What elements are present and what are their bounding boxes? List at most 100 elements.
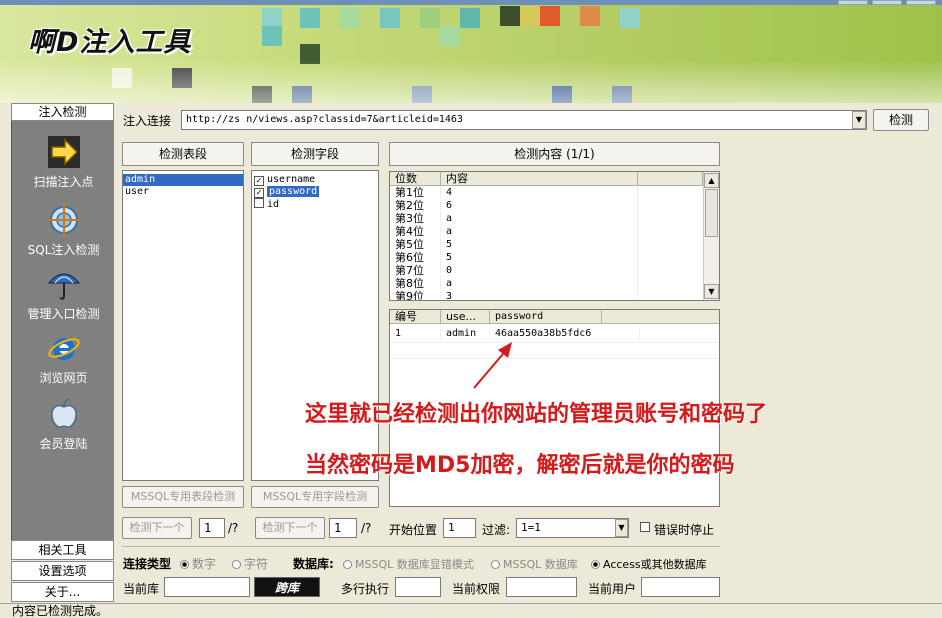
cell: 1: [390, 327, 441, 340]
sidebar-item-scan[interactable]: 扫描注入点: [12, 135, 115, 190]
fields-page-input[interactable]: 1: [329, 518, 357, 538]
radio-button[interactable]: [591, 560, 600, 569]
list-item[interactable]: ✓ password: [252, 186, 378, 198]
status-bar: 内容已检测完成。: [0, 603, 942, 618]
cell: 5: [441, 251, 638, 264]
table-row: 第6位 5: [390, 251, 719, 264]
column-header[interactable]: 编号: [390, 310, 441, 323]
column-header[interactable]: 位数: [390, 172, 441, 185]
current-user-input[interactable]: [641, 577, 720, 597]
radio-string[interactable]: 字符: [232, 555, 268, 572]
app-title: 啊D注入工具: [28, 27, 192, 58]
fields-list[interactable]: ✓ username ✓ password id: [251, 170, 379, 481]
sidebar-item-browse[interactable]: 浏览网页: [12, 331, 115, 386]
radio-label: 数字: [192, 557, 217, 571]
list-item[interactable]: admin: [123, 174, 243, 186]
cell: 6: [441, 199, 638, 212]
minimize-button[interactable]: [838, 0, 868, 5]
detect-button[interactable]: 检测: [873, 109, 929, 131]
column-header: [638, 172, 703, 185]
table-row: 第5位 5: [390, 238, 719, 251]
sidebar-about-button[interactable]: 关于...: [11, 582, 114, 602]
current-user-label: 当前用户: [588, 582, 637, 596]
radio-label: MSSQL 数据库: [503, 558, 578, 571]
cell: 第9位: [390, 290, 441, 300]
radio-mssql-error[interactable]: MSSQL 数据库显错模式: [343, 556, 474, 572]
table-row[interactable]: 1 admin 46aa550a38b5fdc6: [390, 327, 719, 340]
sidebar-item-admin-entry[interactable]: 管理入口检测: [12, 267, 115, 322]
mssql-field-detect-button[interactable]: MSSQL专用字段检测: [251, 486, 379, 508]
scroll-thumb[interactable]: [705, 189, 718, 237]
field-name: id: [267, 199, 280, 210]
cell: 第2位: [390, 199, 441, 212]
annotation-arrow-icon: [473, 342, 512, 389]
column-header[interactable]: 内容: [441, 172, 638, 185]
radio-number[interactable]: 数字: [180, 555, 216, 572]
current-db-input[interactable]: [164, 577, 250, 597]
sidebar-item-label: SQL注入检测: [27, 243, 100, 257]
close-button[interactable]: [906, 0, 936, 5]
multi-exec-input[interactable]: [395, 577, 441, 597]
content-panel-header[interactable]: 检测内容 (1/1): [389, 142, 720, 166]
database-label: 数据库:: [293, 557, 334, 571]
checkbox[interactable]: [254, 198, 264, 208]
radio-button[interactable]: [180, 560, 189, 569]
mssql-table-detect-button[interactable]: MSSQL专用表段检测: [122, 486, 244, 508]
table-row: 第3位 a: [390, 212, 719, 225]
sidebar-item-member-login[interactable]: 会员登陆: [12, 397, 115, 452]
cell: 0: [441, 264, 638, 277]
list-item[interactable]: ✓ username: [252, 174, 378, 186]
cell: 3: [441, 290, 638, 300]
column-header[interactable]: password: [490, 310, 602, 323]
fields-page-total: /?: [361, 521, 372, 535]
tables-panel-header[interactable]: 检测表段: [122, 142, 244, 166]
multi-exec-label: 多行执行: [341, 582, 390, 596]
field-name: username: [267, 174, 316, 185]
checkbox[interactable]: ✓: [254, 188, 264, 198]
stop-on-error-label: 错误时停止: [654, 523, 715, 537]
url-input[interactable]: http://zs n/views.asp?classid=7&articlei…: [181, 110, 867, 130]
column-header[interactable]: use...: [441, 310, 490, 323]
filter-label: 过滤:: [482, 523, 511, 537]
cell: 第4位: [390, 225, 441, 238]
url-dropdown-arrow[interactable]: ▼: [852, 111, 866, 129]
current-perm-input[interactable]: [506, 577, 577, 597]
ie-browser-icon: [47, 338, 80, 360]
cross-db-button[interactable]: 跨库: [254, 577, 320, 597]
sidebar-tab-injection-detect[interactable]: 注入检测: [11, 103, 114, 121]
field-name: password: [267, 186, 320, 197]
radio-button[interactable]: [232, 560, 241, 569]
list-item[interactable]: id: [252, 198, 378, 210]
cell: 第7位: [390, 264, 441, 277]
scroll-down-icon[interactable]: ▼: [704, 284, 719, 299]
table-row: 第4位 a: [390, 225, 719, 238]
cell: a: [441, 212, 638, 225]
radio-access[interactable]: Access或其他数据库: [591, 556, 707, 572]
vertical-scrollbar[interactable]: ▲ ▼: [703, 172, 719, 300]
sidebar-item-sql-detect[interactable]: SQL注入检测: [12, 203, 115, 258]
start-position-input[interactable]: 1: [443, 518, 476, 538]
arrow-right-icon: [47, 136, 80, 168]
filter-dropdown-arrow[interactable]: ▼: [615, 519, 628, 537]
maximize-button[interactable]: [872, 0, 902, 5]
fields-next-button[interactable]: 检测下一个: [255, 517, 325, 539]
tables-page-input[interactable]: 1: [199, 518, 225, 538]
list-item[interactable]: user: [123, 186, 243, 198]
umbrella-icon: [47, 273, 80, 300]
position-grid[interactable]: 位数 内容 第1位 4 第2位 6 第3位 a 第4位 a 第5位 5 第6位 5 第7位 0…: [389, 171, 720, 301]
radio-button[interactable]: [343, 560, 352, 569]
tables-list[interactable]: admin user: [122, 170, 244, 481]
annotation-line-2: 当然密码是MD5加密，解密后就是你的密码: [305, 453, 735, 478]
sidebar-settings-button[interactable]: 设置选项: [11, 561, 114, 581]
tables-next-button[interactable]: 检测下一个: [122, 517, 192, 539]
radio-mssql[interactable]: MSSQL 数据库: [491, 556, 578, 572]
fields-panel-header[interactable]: 检测字段: [251, 142, 379, 166]
cell: 第8位: [390, 277, 441, 290]
stop-on-error-checkbox[interactable]: [640, 522, 650, 532]
checkbox[interactable]: ✓: [254, 176, 264, 186]
radio-button[interactable]: [491, 560, 500, 569]
scroll-up-icon[interactable]: ▲: [704, 173, 719, 188]
sidebar-related-tools-button[interactable]: 相关工具: [11, 540, 114, 560]
cell: a: [441, 277, 638, 290]
filter-select[interactable]: 1=1: [516, 518, 629, 538]
